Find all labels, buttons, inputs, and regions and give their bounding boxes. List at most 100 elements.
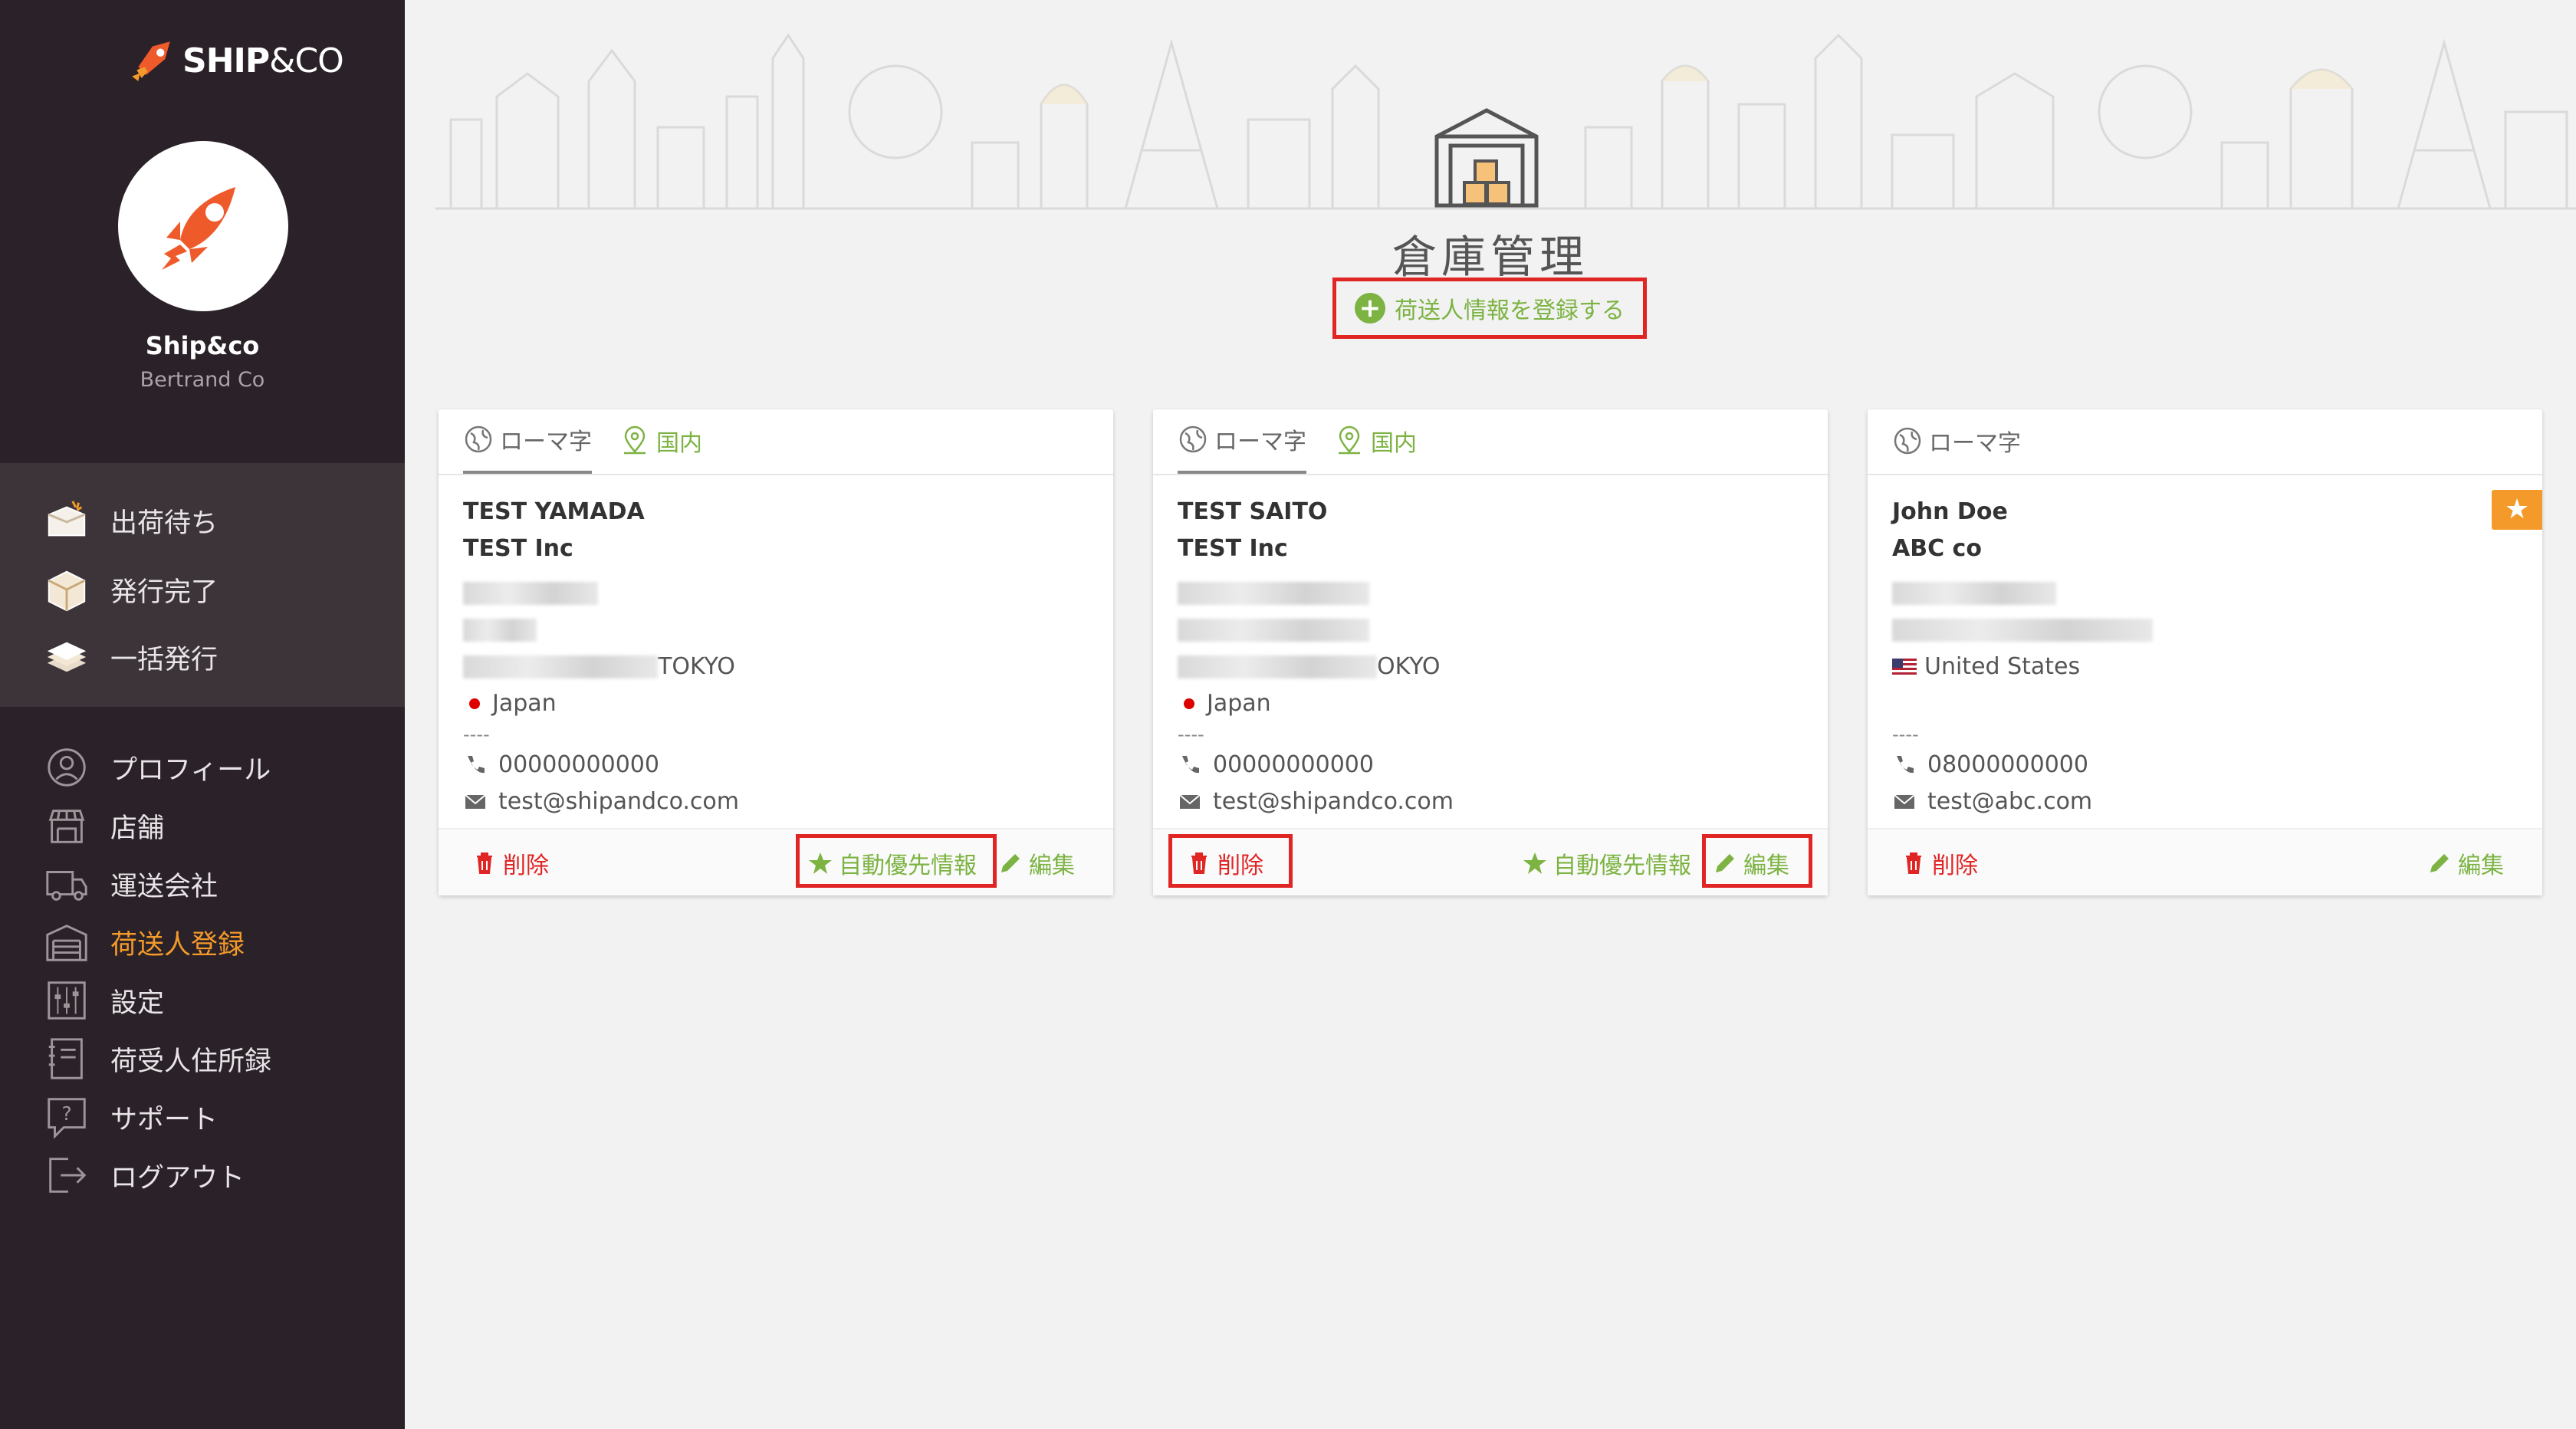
card-actions: 削除 編集 bbox=[1868, 828, 2542, 895]
us-flag-icon bbox=[1892, 659, 1917, 675]
shipper-card: ローマ字 国内 TEST SAITO TEST Inc OKYO Japan -… bbox=[1153, 409, 1828, 895]
trash-icon bbox=[1906, 852, 1921, 874]
phone-icon bbox=[468, 756, 485, 774]
nav-settings[interactable]: 設定 bbox=[41, 974, 164, 1027]
contact-name: TEST YAMADA bbox=[463, 498, 645, 525]
nav-address-book[interactable]: 荷受人住所録 bbox=[41, 1032, 271, 1086]
star-icon bbox=[1523, 852, 1546, 874]
sliders-icon bbox=[41, 975, 92, 1026]
pencil-icon bbox=[1716, 854, 1734, 872]
svg-text:?: ? bbox=[61, 1102, 71, 1125]
auto-priority-button[interactable]: 自動優先情報 bbox=[808, 829, 977, 897]
card-actions: 削除 自動優先情報 編集 bbox=[439, 828, 1113, 895]
company-name: TEST Inc bbox=[1178, 535, 1288, 562]
card-tabs: ローマ字 bbox=[1868, 409, 2542, 475]
nav-pending-shipments[interactable]: 出荷待ち bbox=[41, 494, 218, 547]
country-line: Japan bbox=[463, 685, 1089, 722]
separator: ---- bbox=[463, 724, 490, 745]
tab-roman[interactable]: ローマ字 bbox=[463, 408, 592, 474]
map-pin-icon bbox=[1339, 425, 1360, 455]
phone-line: 00000000000 bbox=[463, 747, 1089, 783]
phone-icon bbox=[1897, 756, 1914, 774]
edit-button[interactable]: 編集 bbox=[998, 829, 1075, 897]
nav-carriers[interactable]: 運送会社 bbox=[41, 857, 218, 911]
card-tabs: ローマ字 国内 bbox=[439, 409, 1113, 475]
city-line: OKYO bbox=[1178, 649, 1803, 685]
country-line: Japan bbox=[1178, 685, 1803, 722]
delete-button[interactable]: 削除 bbox=[1187, 829, 1263, 897]
email-line: test@shipandco.com bbox=[1178, 783, 1803, 820]
pencil-icon bbox=[2430, 854, 2449, 872]
register-shipper-button[interactable]: + 荷送人情報を登録する bbox=[1332, 278, 1647, 339]
box-icon bbox=[41, 564, 92, 615]
tab-domestic[interactable]: 国内 bbox=[619, 408, 702, 474]
separator: ---- bbox=[1178, 724, 1204, 745]
rocket-avatar-icon bbox=[162, 187, 235, 270]
account-name: Ship&co bbox=[145, 331, 260, 360]
logout-icon bbox=[41, 1150, 92, 1201]
globe-icon bbox=[1179, 425, 1207, 453]
phone-line: 08000000000 bbox=[1892, 747, 2518, 783]
trash-icon bbox=[1191, 852, 1207, 874]
edit-button[interactable]: 編集 bbox=[1713, 829, 1789, 897]
mail-icon bbox=[1179, 794, 1201, 809]
company-name: TEST Inc bbox=[463, 535, 573, 562]
account-company: Bertrand Co bbox=[140, 368, 265, 392]
company-name: ABC co bbox=[1892, 535, 1982, 562]
phone-icon bbox=[1182, 756, 1199, 774]
ship-and-co-logo[interactable]: SHIP&CO bbox=[129, 34, 344, 87]
box-open-icon bbox=[41, 495, 92, 546]
country-line: United States bbox=[1892, 649, 2518, 685]
pencil-icon bbox=[1001, 854, 1020, 872]
nav-store[interactable]: 店舗 bbox=[41, 799, 164, 852]
redacted-address-line bbox=[1178, 612, 1803, 649]
truck-icon bbox=[41, 859, 92, 909]
card-actions: 削除 自動優先情報 編集 bbox=[1153, 828, 1828, 895]
address-details: TEST YAMADA TEST Inc TOKYO Japan ---- 00… bbox=[463, 494, 1089, 820]
nav-support[interactable]: ? サポート bbox=[41, 1090, 218, 1144]
page-title: 倉庫管理 bbox=[1392, 231, 1589, 283]
contact-name: TEST SAITO bbox=[1178, 498, 1328, 525]
tab-roman[interactable]: ローマ字 bbox=[1892, 408, 2021, 474]
city-line: TOKYO bbox=[463, 649, 1089, 685]
warehouse-hero-icon bbox=[1434, 108, 1539, 208]
tab-roman[interactable]: ローマ字 bbox=[1178, 408, 1306, 474]
map-pin-icon bbox=[624, 425, 646, 455]
store-icon bbox=[41, 800, 92, 851]
redacted-address-line bbox=[1178, 575, 1803, 612]
logo-text: SHIP&CO bbox=[182, 41, 344, 80]
account-avatar[interactable] bbox=[118, 141, 288, 311]
delete-button[interactable]: 削除 bbox=[472, 829, 549, 897]
globe-icon bbox=[465, 425, 492, 453]
redacted-address-line bbox=[463, 575, 1089, 612]
main-content: 倉庫管理 + 荷送人情報を登録する ローマ字 国内 TEST YAMADA TE… bbox=[405, 0, 2576, 1429]
auto-priority-button[interactable]: 自動優先情報 bbox=[1523, 829, 1691, 897]
mail-icon bbox=[465, 794, 486, 809]
help-icon: ? bbox=[41, 1092, 92, 1142]
trash-icon bbox=[477, 852, 492, 874]
box-stack-icon bbox=[41, 632, 92, 682]
tab-domestic[interactable]: 国内 bbox=[1334, 408, 1417, 474]
user-icon bbox=[41, 742, 92, 793]
japan-flag-icon bbox=[469, 698, 480, 709]
sidebar: SHIP&CO Ship&co Bertrand Co 出荷待ち 発行完了 一括… bbox=[0, 0, 405, 1429]
address-details: John Doe ABC co United States ---- 08000… bbox=[1892, 494, 2518, 820]
nav-profile[interactable]: プロフィール bbox=[41, 741, 271, 794]
nav-shipper-registration[interactable]: 荷送人登録 bbox=[41, 915, 245, 969]
nav-issued[interactable]: 発行完了 bbox=[41, 563, 218, 616]
edit-button[interactable]: 編集 bbox=[2427, 829, 2504, 897]
globe-icon bbox=[1894, 427, 1921, 455]
japan-flag-icon bbox=[1184, 698, 1194, 709]
nav-batch-issue[interactable]: 一括発行 bbox=[41, 630, 218, 684]
redacted-address-line bbox=[1892, 575, 2518, 612]
star-icon bbox=[809, 852, 832, 874]
address-details: TEST SAITO TEST Inc OKYO Japan ---- 0000… bbox=[1178, 494, 1803, 820]
warehouse-icon bbox=[41, 917, 92, 967]
shipper-card: ローマ字 国内 TEST YAMADA TEST Inc TOKYO Japan… bbox=[439, 409, 1113, 895]
delete-button[interactable]: 削除 bbox=[1901, 829, 1978, 897]
mail-icon bbox=[1894, 794, 1915, 809]
card-tabs: ローマ字 国内 bbox=[1153, 409, 1828, 475]
nav-logout[interactable]: ログアウト bbox=[41, 1148, 245, 1202]
phone-line: 00000000000 bbox=[1178, 747, 1803, 783]
